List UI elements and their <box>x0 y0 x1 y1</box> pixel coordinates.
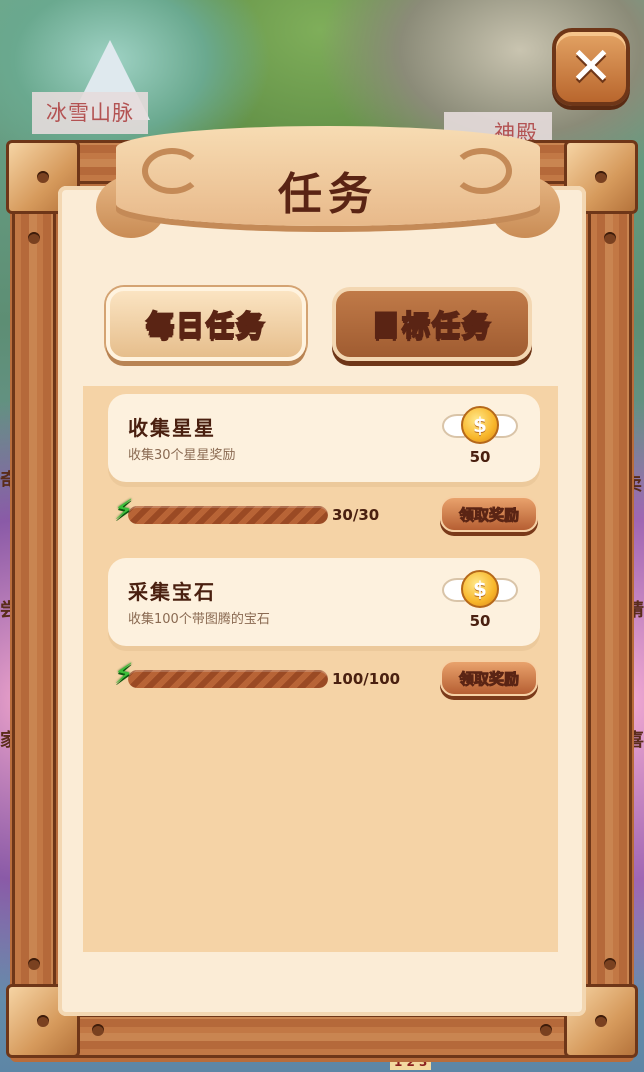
close-button[interactable]: ✕ <box>552 28 630 106</box>
task-progress-row: ⚡ 30/30 领取奖励 <box>110 496 540 536</box>
task-card: 收集星星 收集30个星星奖励 $ 50 <box>108 394 540 482</box>
tab-daily-tasks[interactable]: 每日任务 <box>106 287 306 361</box>
task-progress-row: ⚡ 100/100 领取奖励 <box>110 660 540 700</box>
progress-text: 100/100 <box>332 670 401 688</box>
close-icon: ✕ <box>569 37 613 97</box>
tab-goal-tasks[interactable]: 目标任务 <box>332 287 532 361</box>
dialog-title: 任务 <box>278 169 378 220</box>
lightning-icon: ⚡ <box>114 657 134 690</box>
frame-beam-bottom <box>60 1014 584 1058</box>
claim-reward-button[interactable]: 领取奖励 <box>440 496 538 532</box>
coin-icon: $ <box>461 406 499 444</box>
task-title: 采集宝石 <box>128 580 216 604</box>
frame-post-left <box>12 200 56 1000</box>
title-banner: 任务 <box>96 116 560 238</box>
progress-fill <box>128 506 328 524</box>
reward-amount: 50 <box>469 612 491 630</box>
rivet <box>92 1024 104 1036</box>
claim-reward-button[interactable]: 领取奖励 <box>440 660 538 696</box>
progress-fill <box>128 670 328 688</box>
rivet <box>604 958 616 970</box>
task-card: 采集宝石 收集100个带图腾的宝石 $ 50 <box>108 558 540 646</box>
rivet <box>540 1024 552 1036</box>
task-title: 收集星星 <box>128 416 216 440</box>
reward-coin: $ 50 <box>440 568 520 638</box>
reward-amount: 50 <box>469 448 491 466</box>
task-description: 收集30个星星奖励 <box>128 448 236 463</box>
frame-post-right <box>588 200 632 1000</box>
rivet <box>604 232 616 244</box>
reward-coin: $ 50 <box>440 404 520 474</box>
lightning-icon: ⚡ <box>114 493 134 526</box>
progress-bar <box>128 670 328 688</box>
task-description: 收集100个带图腾的宝石 <box>128 612 270 627</box>
rivet <box>28 232 40 244</box>
rivet <box>28 958 40 970</box>
progress-text: 30/30 <box>332 506 380 524</box>
coin-icon: $ <box>461 570 499 608</box>
progress-bar <box>128 506 328 524</box>
